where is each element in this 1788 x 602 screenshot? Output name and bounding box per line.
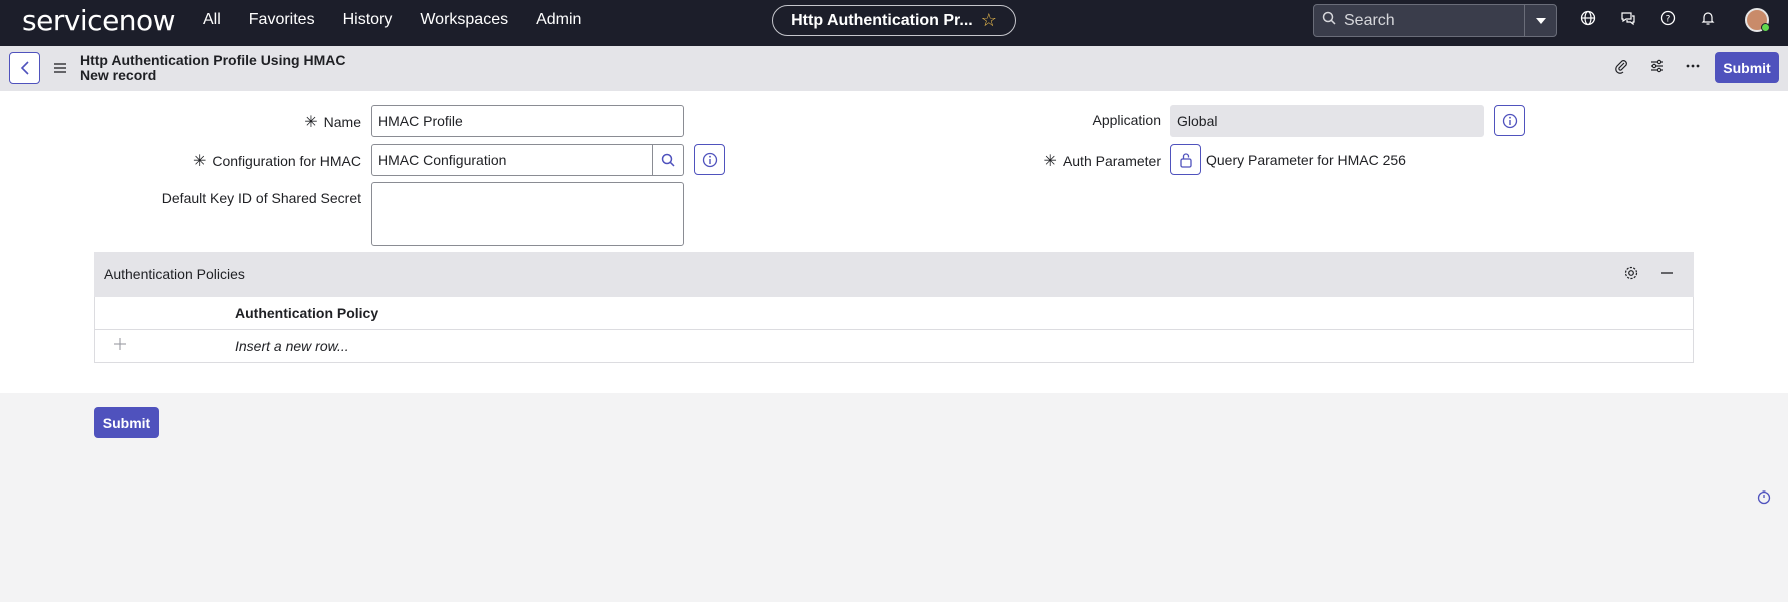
record-title: Http Authentication Profile Using HMAC [80,52,346,68]
lookup-button[interactable] [653,144,684,176]
application-info-button[interactable] [1494,105,1525,136]
hamburger-icon[interactable] [53,61,67,75]
nav-admin[interactable]: Admin [536,11,581,29]
top-navigation: servicenow All Favorites History Workspa… [0,0,1788,46]
name-label: ✳ Name [304,114,361,131]
search-icon [1314,11,1344,30]
add-row-icon[interactable] [113,337,127,351]
global-search[interactable]: Search [1313,4,1557,37]
collapse-icon[interactable] [1659,265,1675,286]
config-info-button[interactable] [694,144,725,175]
config-label: ✳ Configuration for HMAC [192,153,361,170]
submit-button-header[interactable]: Submit [1715,52,1779,83]
submit-button-footer[interactable]: Submit [94,407,159,438]
required-icon: ✳ [304,114,318,131]
help-icon[interactable]: ? [1658,8,1678,28]
search-scope-dropdown[interactable] [1524,5,1556,36]
more-options-icon[interactable] [1684,57,1702,75]
required-icon: ✳ [1043,153,1057,170]
auth-param-value: Query Parameter for HMAC 256 [1206,152,1406,168]
settings-sliders-icon[interactable] [1648,57,1666,75]
header-actions [1612,57,1702,75]
user-avatar[interactable] [1745,8,1770,32]
top-utility-icons: ? [1578,8,1718,28]
nav-favorites[interactable]: Favorites [249,11,315,29]
svg-text:?: ? [1666,15,1671,25]
servicenow-logo[interactable]: servicenow [22,4,176,37]
name-field[interactable]: HMAC Profile [371,105,684,137]
nav-links: All Favorites History Workspaces Admin [203,0,581,40]
attachment-icon[interactable] [1612,57,1630,75]
auth-param-label: ✳ Auth Parameter [1043,153,1161,170]
nav-history[interactable]: History [343,11,393,29]
application-field: Global [1170,105,1484,137]
search-input[interactable]: Search [1344,12,1524,30]
nav-all[interactable]: All [203,11,221,29]
table-divider [95,329,1693,330]
gear-icon[interactable] [1623,265,1639,286]
record-subtitle: New record [80,67,157,83]
insert-new-row[interactable]: Insert a new row... [235,338,349,354]
config-field[interactable]: HMAC Configuration [371,144,653,176]
related-list-actions [1623,265,1675,286]
star-icon[interactable]: ☆ [981,10,997,31]
back-button[interactable] [9,52,40,84]
required-icon: ✳ [192,153,207,170]
timer-icon[interactable] [1756,489,1772,505]
column-header-authentication-policy[interactable]: Authentication Policy [235,305,378,321]
globe-icon[interactable] [1578,8,1598,28]
default-key-field[interactable] [371,182,684,246]
record-title-block: Http Authentication Profile Using HMAC N… [80,53,345,83]
bell-icon[interactable] [1698,8,1718,28]
application-label: Application [1092,112,1162,128]
default-key-label: Default Key ID of Shared Secret [161,190,361,206]
page-title: Http Authentication Pr... [791,11,973,29]
related-list-title: Authentication Policies [104,266,245,282]
presence-indicator [1761,23,1770,32]
nav-workspaces[interactable]: Workspaces [420,11,508,29]
chat-icon[interactable] [1618,8,1638,28]
unlock-button[interactable] [1170,144,1201,175]
page-title-pill[interactable]: Http Authentication Pr... ☆ [772,5,1016,36]
related-list-header [94,252,1694,297]
